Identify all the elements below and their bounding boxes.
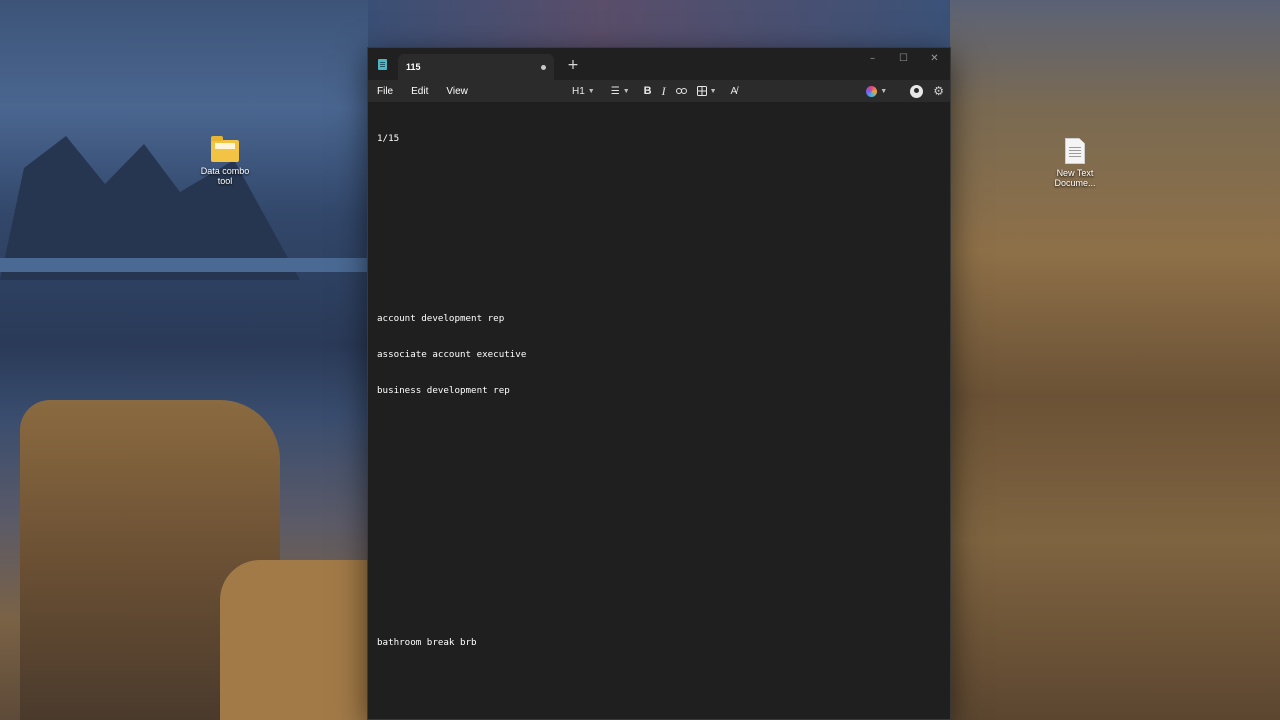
text-document-icon <box>1065 138 1085 164</box>
minimize-button[interactable]: – <box>857 48 888 68</box>
account-icon[interactable] <box>910 84 924 98</box>
bold-button[interactable]: B <box>639 80 657 102</box>
desktop-icon-label: New Text Docume... <box>1054 168 1096 188</box>
heading-dropdown[interactable]: H1 ▼ <box>567 80 600 102</box>
table-icon <box>696 86 707 96</box>
link-icon <box>675 88 687 94</box>
document-line: 1/15 <box>377 133 400 144</box>
wallpaper-rock <box>220 560 368 720</box>
chevron-down-icon: ▼ <box>587 87 595 95</box>
list-dropdown[interactable]: ☰ ▼ <box>606 80 635 102</box>
menu-edit[interactable]: Edit <box>402 86 437 97</box>
tab-title: 115 <box>406 62 421 72</box>
heading-label: H1 <box>572 85 585 97</box>
clear-formatting-button[interactable]: A̸ <box>726 80 743 102</box>
chevron-down-icon: ▼ <box>622 87 630 95</box>
window-controls: – ☐ ✕ <box>857 48 950 68</box>
gear-icon[interactable]: ⚙ <box>933 84 944 98</box>
menu-file[interactable]: File <box>368 86 402 97</box>
toolbar-right: ▼ ⚙ <box>861 80 944 102</box>
unsaved-indicator-icon[interactable] <box>541 64 546 70</box>
table-dropdown[interactable]: ▼ <box>692 80 722 102</box>
italic-button[interactable]: I <box>657 80 671 102</box>
tab-document[interactable]: 115 <box>398 54 554 80</box>
document-line: account development rep <box>377 313 505 324</box>
document-line: business development rep <box>377 385 510 396</box>
list-icon: ☰ <box>610 85 620 97</box>
desktop-icon-new-text-document[interactable]: New Text Docume... <box>1045 138 1105 188</box>
document-editor[interactable]: 1/15 account development rep associate a… <box>368 102 950 719</box>
desktop-icon-label: Data combo tool <box>200 166 250 186</box>
notepad-window: 115 + – ☐ ✕ File Edit View H1 ▼ ☰ ▼ B I <box>367 47 951 720</box>
wallpaper-left-scene <box>0 0 368 720</box>
desktop-icon-data-combo-tool[interactable]: Data combo tool <box>195 136 255 186</box>
document-line: associate account executive <box>377 349 527 360</box>
formatting-tools: H1 ▼ ☰ ▼ B I ▼ A̸ <box>567 80 742 102</box>
close-button[interactable]: ✕ <box>919 48 950 68</box>
maximize-button[interactable]: ☐ <box>888 48 919 68</box>
menu-view[interactable]: View <box>437 86 477 97</box>
wallpaper-sky <box>368 0 950 50</box>
link-button[interactable] <box>671 80 692 102</box>
folder-icon <box>211 136 239 162</box>
clear-formatting-icon: A̸ <box>730 85 738 97</box>
copilot-icon <box>866 85 878 97</box>
menu-toolbar: File Edit View H1 ▼ ☰ ▼ B I ▼ A̸ ▼ ⚙ <box>368 80 950 102</box>
new-tab-button[interactable]: + <box>566 56 580 74</box>
chevron-down-icon: ▼ <box>880 87 888 95</box>
wallpaper-ledge <box>0 258 368 272</box>
notepad-app-icon <box>378 59 387 70</box>
document-line: bathroom break brb <box>377 637 477 648</box>
wallpaper-knight-gold <box>950 0 1280 720</box>
chevron-down-icon: ▼ <box>709 87 717 95</box>
title-bar[interactable]: 115 + – ☐ ✕ <box>368 48 950 80</box>
wallpaper-mountains <box>0 136 300 280</box>
copilot-dropdown[interactable]: ▼ <box>861 80 892 102</box>
